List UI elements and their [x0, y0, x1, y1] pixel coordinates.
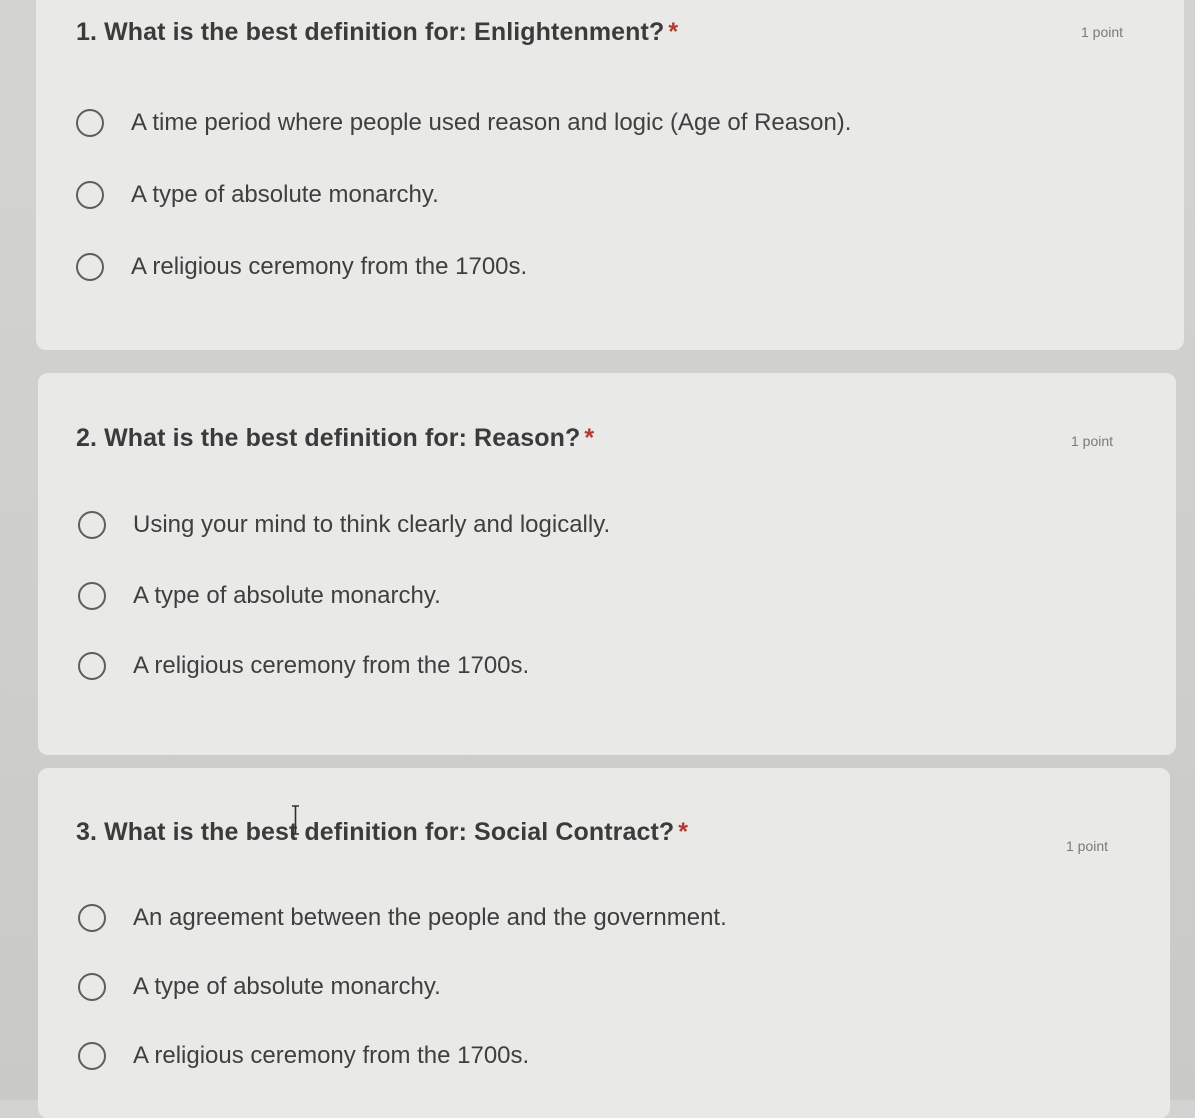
- question-title-3-text: 3. What is the best definition for: Soci…: [76, 818, 675, 846]
- option-label: A religious ceremony from the 1700s.: [131, 253, 528, 280]
- option-label: A religious ceremony from the 1700s.: [133, 1042, 530, 1069]
- radio-button-icon[interactable]: [78, 1042, 106, 1070]
- points-label-2: 1 point: [1071, 433, 1114, 449]
- radio-button-icon[interactable]: [78, 904, 106, 932]
- question-title-1: 1. What is the best definition for: Enli…: [76, 18, 678, 47]
- question-title-1-text: 1. What is the best definition for: Enli…: [76, 18, 665, 46]
- radio-button-icon[interactable]: [76, 181, 104, 209]
- option-2-1[interactable]: Using your mind to think clearly and log…: [78, 511, 610, 539]
- radio-button-icon[interactable]: [78, 582, 106, 610]
- radio-button-icon[interactable]: [76, 109, 104, 137]
- points-label-3: 1 point: [1066, 838, 1109, 854]
- option-1-3[interactable]: A religious ceremony from the 1700s.: [76, 253, 527, 281]
- required-asterisk-2: *: [584, 424, 595, 452]
- option-3-3[interactable]: A religious ceremony from the 1700s.: [78, 1042, 529, 1070]
- option-label: A type of absolute monarchy.: [133, 582, 441, 609]
- text-cursor-icon: [292, 805, 299, 835]
- question-title-3: 3. What is the best definition for: Soci…: [76, 818, 688, 847]
- option-2-2[interactable]: A type of absolute monarchy.: [78, 582, 441, 610]
- option-label: A type of absolute monarchy.: [131, 181, 439, 208]
- question-title-2: 2. What is the best definition for: Reas…: [76, 424, 594, 453]
- option-label: Using your mind to think clearly and log…: [133, 511, 611, 538]
- option-label: A type of absolute monarchy.: [133, 973, 441, 1000]
- option-1-1[interactable]: A time period where people used reason a…: [76, 109, 851, 137]
- radio-button-icon[interactable]: [78, 652, 106, 680]
- option-1-2[interactable]: A type of absolute monarchy.: [76, 181, 439, 209]
- option-2-3[interactable]: A religious ceremony from the 1700s.: [78, 652, 529, 680]
- option-label: A time period where people used reason a…: [131, 109, 852, 136]
- option-3-2[interactable]: A type of absolute monarchy.: [78, 973, 441, 1001]
- question-title-2-text: 2. What is the best definition for: Reas…: [76, 424, 581, 452]
- points-label-1: 1 point: [1081, 24, 1124, 40]
- option-3-1[interactable]: An agreement between the people and the …: [78, 904, 727, 932]
- question-card-3: 3. What is the best definition for: Soci…: [38, 768, 1170, 1118]
- required-asterisk-1: *: [668, 18, 679, 46]
- option-label: An agreement between the people and the …: [133, 904, 727, 931]
- question-card-1: 1. What is the best definition for: Enli…: [36, 0, 1184, 350]
- question-card-2: 2. What is the best definition for: Reas…: [38, 373, 1176, 755]
- option-label: A religious ceremony from the 1700s.: [133, 652, 530, 679]
- radio-button-icon[interactable]: [78, 511, 106, 539]
- radio-button-icon[interactable]: [78, 973, 106, 1001]
- radio-button-icon[interactable]: [76, 253, 104, 281]
- required-asterisk-3: *: [678, 818, 689, 846]
